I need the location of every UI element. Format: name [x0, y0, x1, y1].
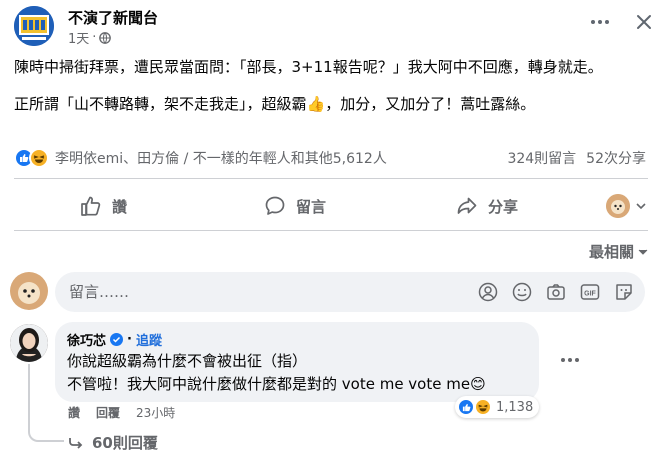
- smiley-icon[interactable]: [511, 281, 533, 303]
- haha-reaction-icon: [29, 148, 49, 168]
- post-paragraph-2: 正所謂「山不轉路轉，架不走我走」，超級霸👍，加分，又加分了！蒿吐露絲。: [14, 95, 536, 113]
- comment-line-2: 不管啦！我大阿中說什麼做什麼都是對的 vote me vote me😊: [67, 375, 486, 393]
- reactors-text[interactable]: 李明依emi、田方倫 / 不一樣的年輕人和其他5,612人: [55, 148, 387, 168]
- verified-icon: [110, 333, 124, 346]
- comment-button[interactable]: 留言: [264, 186, 326, 226]
- reaction-icons[interactable]: [14, 148, 49, 168]
- commenter-row: 徐巧芯 · 追蹤: [67, 330, 527, 349]
- post-body: 陳時中掃街拜票，遭民眾當面問：「部長，3+11報告呢？」我大阿中不回應，轉身就走…: [14, 56, 644, 130]
- dot-separator: ·: [127, 332, 132, 347]
- meta-separator: ·: [92, 30, 97, 45]
- comments-count[interactable]: 324則留言: [507, 148, 576, 168]
- divider: [14, 230, 648, 231]
- reactions-summary: 李明依emi、田方倫 / 不一樣的年輕人和其他5,612人 324則留言 52次…: [14, 145, 646, 171]
- comment-actions: 讚 回覆 23小時: [68, 404, 175, 421]
- more-icon[interactable]: [556, 352, 584, 368]
- follow-link[interactable]: 追蹤: [136, 330, 162, 349]
- shares-count[interactable]: 52次分享: [586, 148, 646, 168]
- page-logo-icon: [14, 6, 54, 46]
- comment-label: 留言: [296, 197, 327, 216]
- avatar-icon: [10, 324, 48, 362]
- avatar-sticker-icon[interactable]: [477, 281, 499, 303]
- haha-reaction-icon: [474, 398, 492, 416]
- like-icon: [81, 196, 101, 216]
- comment-icon: [265, 196, 285, 215]
- like-button[interactable]: 讚: [80, 186, 127, 226]
- post-header: 不演了新聞台 1天 ·: [14, 6, 651, 48]
- comment-bubble: 徐巧芯 · 追蹤 你說超級霸為什麼不會被出征（指） 不管啦！我大阿中說什麼做什麼…: [55, 322, 539, 402]
- comment-time[interactable]: 23小時: [136, 404, 175, 421]
- post-meta: 1天 ·: [68, 28, 112, 47]
- share-icon: [457, 197, 477, 214]
- comment-input[interactable]: [69, 272, 469, 312]
- avatar-icon: [10, 272, 48, 310]
- view-replies-button[interactable]: 60則回覆: [68, 432, 158, 453]
- more-icon[interactable]: [586, 12, 614, 32]
- reply-arrow-icon: [69, 437, 83, 449]
- svg-text:GIF: GIF: [584, 291, 596, 298]
- camera-icon[interactable]: [545, 281, 567, 303]
- comment-line-1: 你說超級霸為什麼不會被出征（指）: [67, 352, 308, 370]
- chevron-down-icon: [636, 203, 646, 210]
- post-time[interactable]: 1天: [68, 28, 89, 47]
- page-name[interactable]: 不演了新聞台: [68, 7, 158, 28]
- divider: [14, 178, 648, 179]
- comment-reaction-count: 1,138: [496, 399, 534, 415]
- gif-icon[interactable]: GIF: [579, 281, 601, 303]
- close-icon[interactable]: [632, 10, 656, 34]
- audience-selector[interactable]: [606, 194, 646, 218]
- commenter-avatar[interactable]: [10, 324, 48, 362]
- commenter-name[interactable]: 徐巧芯: [67, 330, 106, 349]
- sort-label: 最相關: [588, 243, 634, 261]
- view-replies-label: 60則回覆: [92, 434, 158, 452]
- comment-composer[interactable]: GIF: [55, 272, 645, 312]
- thumbs-up-emoji: 👍: [306, 95, 326, 113]
- globe-icon: [99, 31, 112, 44]
- like-label: 讚: [112, 197, 128, 216]
- page-avatar[interactable]: [14, 6, 54, 46]
- viewer-avatar[interactable]: [10, 272, 48, 310]
- like-reaction-icon: [457, 398, 475, 416]
- comment-like-button[interactable]: 讚: [68, 404, 80, 421]
- sticker-icon[interactable]: [613, 281, 635, 303]
- comment-reply-button[interactable]: 回覆: [96, 404, 120, 421]
- comment-reactions[interactable]: 1,138: [455, 396, 540, 418]
- post-actions: 讚 留言 分享: [14, 186, 648, 226]
- post-paragraph-1: 陳時中掃街拜票，遭民眾當面問：「部長，3+11報告呢？」我大阿中不回應，轉身就走…: [14, 58, 603, 76]
- avatar-icon: [606, 194, 630, 218]
- share-button[interactable]: 分享: [456, 186, 518, 226]
- share-label: 分享: [488, 197, 519, 216]
- comment-sort[interactable]: 最相關: [589, 241, 648, 262]
- chevron-down-icon: [638, 249, 648, 255]
